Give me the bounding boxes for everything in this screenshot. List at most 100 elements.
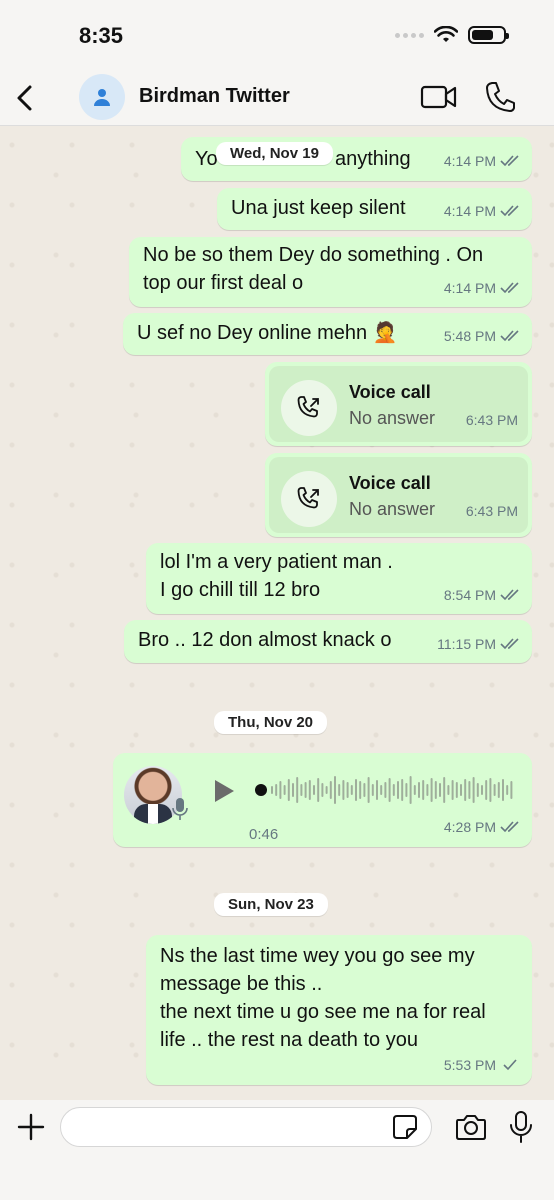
waveform-bar bbox=[439, 783, 441, 797]
person-icon bbox=[94, 89, 110, 106]
waveform-bar bbox=[384, 782, 387, 798]
message-bubble[interactable]: Ns the last time wey you go see my messa… bbox=[146, 935, 532, 1085]
waveform-bar bbox=[472, 777, 475, 803]
message-meta: 4:14 PM bbox=[444, 147, 520, 175]
call-subtitle: No answer bbox=[349, 499, 436, 519]
waveform-bar bbox=[418, 782, 420, 798]
message-text: Bro .. 12 don almost knack o bbox=[138, 629, 392, 651]
message-text: No be so them Dey do something . On top … bbox=[143, 244, 484, 294]
message-meta: 11:15 PM bbox=[437, 630, 520, 658]
waveform-bar bbox=[401, 779, 404, 801]
message-bubble[interactable]: lol I'm a very patient man . I go chill … bbox=[146, 543, 532, 614]
phone-icon[interactable] bbox=[484, 80, 516, 114]
call-card: Voice call No answer 6:43 PM bbox=[269, 457, 528, 533]
message-bubble[interactable]: U sef no Dey online mehn 🤦 5:48 PM bbox=[123, 313, 532, 355]
message-time: 5:53 PM bbox=[443, 1057, 496, 1073]
waveform-bar bbox=[476, 783, 479, 797]
waveform-bar bbox=[329, 781, 332, 799]
waveform-bar bbox=[489, 778, 492, 802]
waveform-bar bbox=[359, 781, 362, 799]
battery-icon bbox=[468, 26, 509, 44]
message-bubble[interactable]: Una just keep silent 4:14 PM bbox=[217, 188, 532, 230]
waveform-bar bbox=[422, 780, 425, 800]
waveform-bar bbox=[443, 777, 446, 803]
waveform-bar bbox=[510, 781, 513, 799]
message-text: Una just keep silent bbox=[231, 197, 406, 219]
chat-area[interactable]: Yo anything 4:14 PM Wed, Nov 19 Una just… bbox=[0, 127, 554, 1100]
double-check-icon bbox=[500, 638, 519, 650]
call-time: 6:43 PM bbox=[465, 412, 518, 428]
call-time: 6:43 PM bbox=[465, 503, 518, 519]
status-time: 8:35 bbox=[79, 23, 124, 48]
microphone-icon bbox=[172, 798, 188, 820]
message-bubble[interactable]: Bro .. 12 don almost knack o 11:15 PM bbox=[124, 620, 532, 663]
voice-note-bubble[interactable]: 0:46 4:28 PM bbox=[113, 753, 532, 847]
waveform-bar bbox=[321, 783, 324, 797]
waveform-bar bbox=[308, 780, 311, 800]
status-icons bbox=[395, 26, 509, 44]
waveform-bar bbox=[426, 784, 429, 796]
double-check-icon bbox=[500, 282, 519, 294]
waveform-bar bbox=[338, 784, 341, 796]
waveform-bar bbox=[355, 779, 357, 801]
contact-name[interactable]: Birdman Twitter bbox=[139, 85, 290, 108]
message-input[interactable] bbox=[60, 1107, 432, 1147]
message-time: 4:14 PM bbox=[443, 280, 496, 296]
waveform-bar bbox=[464, 779, 467, 801]
sticker-icon[interactable] bbox=[392, 1114, 418, 1140]
back-chevron-icon[interactable] bbox=[12, 82, 40, 114]
waveform-bar bbox=[455, 782, 458, 798]
message-time: 5:48 PM bbox=[443, 328, 496, 344]
waveform-bar bbox=[287, 779, 290, 801]
waveform-bar bbox=[430, 778, 433, 802]
waveform-bar bbox=[502, 779, 504, 801]
camera-icon[interactable] bbox=[455, 1112, 487, 1142]
double-check-icon bbox=[500, 155, 519, 167]
waveform-bar bbox=[376, 780, 378, 800]
waveform-bar bbox=[468, 781, 471, 799]
waveform-bar bbox=[493, 784, 496, 796]
waveform-bar bbox=[313, 785, 315, 795]
waveform-scrubber bbox=[255, 784, 267, 796]
message-meta: 5:53 PM bbox=[444, 1051, 520, 1079]
waveform-bar bbox=[367, 777, 370, 803]
double-check-icon bbox=[500, 330, 519, 342]
waveform-bar bbox=[292, 783, 294, 797]
waveform-bar bbox=[413, 785, 416, 795]
waveform-bar bbox=[371, 784, 374, 796]
waveform-bar bbox=[271, 786, 273, 794]
waveform-bar bbox=[434, 781, 437, 799]
message-bubble[interactable]: No be so them Dey do something . On top … bbox=[129, 237, 532, 307]
date-separator: Wed, Nov 19 bbox=[216, 142, 333, 165]
voice-waveform[interactable] bbox=[255, 771, 515, 809]
waveform-bar bbox=[460, 784, 462, 796]
waveform-bar bbox=[325, 786, 328, 794]
outgoing-call-icon bbox=[281, 380, 337, 436]
video-camera-icon[interactable] bbox=[420, 82, 458, 112]
date-separator: Thu, Nov 20 bbox=[214, 711, 328, 734]
message-time: 11:15 PM bbox=[437, 636, 496, 652]
plus-icon[interactable] bbox=[16, 1112, 46, 1142]
waveform-bar bbox=[342, 780, 345, 800]
waveform-bar bbox=[317, 778, 320, 802]
call-subtitle: No answer bbox=[349, 408, 436, 428]
message-time: 4:14 PM bbox=[443, 203, 496, 219]
message-input-bar bbox=[0, 1100, 554, 1200]
status-bar: 8:35 bbox=[0, 0, 554, 70]
contact-avatar[interactable] bbox=[79, 74, 125, 120]
waveform-bar bbox=[481, 785, 483, 795]
double-check-icon bbox=[500, 821, 519, 833]
play-icon[interactable] bbox=[211, 777, 237, 805]
message-meta: 4:14 PM bbox=[444, 197, 520, 225]
voice-call-bubble[interactable]: Voice call No answer 6:43 PM bbox=[265, 362, 532, 446]
date-separator: Sun, Nov 23 bbox=[214, 893, 328, 916]
message-text: U sef no Dey online mehn 🤦 bbox=[137, 322, 398, 344]
double-check-icon bbox=[500, 205, 519, 217]
voice-call-bubble[interactable]: Voice call No answer 6:43 PM bbox=[265, 453, 532, 537]
chat-header: Birdman Twitter bbox=[0, 70, 554, 126]
waveform-bar bbox=[506, 785, 509, 795]
waveform-bar bbox=[300, 784, 303, 796]
waveform-bar bbox=[405, 783, 408, 797]
call-title: Voice call bbox=[349, 473, 431, 493]
microphone-icon[interactable] bbox=[508, 1110, 534, 1144]
